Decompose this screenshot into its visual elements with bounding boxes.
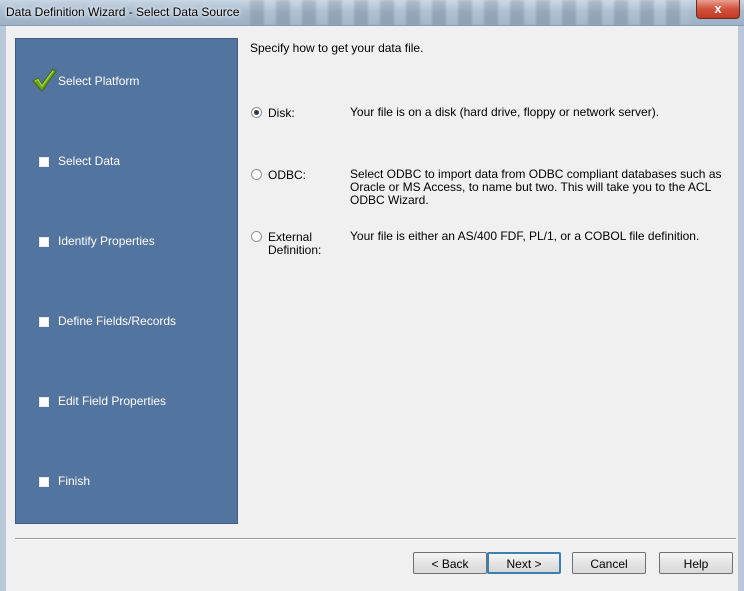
close-button[interactable]: x bbox=[696, 0, 740, 19]
background-blur bbox=[250, 0, 690, 25]
step-select-data: Select Data bbox=[16, 154, 239, 174]
odbc-radio[interactable] bbox=[251, 169, 262, 180]
step-checkbox bbox=[39, 477, 49, 487]
step-finish: Finish bbox=[16, 474, 239, 494]
step-label: Edit Field Properties bbox=[58, 394, 167, 408]
odbc-description: Select ODBC to import data from ODBC com… bbox=[350, 167, 722, 207]
step-define-fields: Define Fields/Records bbox=[16, 314, 239, 334]
help-button[interactable]: Help bbox=[659, 552, 733, 574]
footer-separator bbox=[15, 538, 736, 540]
disk-description: Your file is on a disk (hard drive, flop… bbox=[350, 105, 660, 119]
step-label: Select Data bbox=[58, 154, 121, 168]
disk-label[interactable]: Disk: bbox=[268, 107, 295, 120]
title-bar: Data Definition Wizard - Select Data Sou… bbox=[0, 0, 744, 26]
step-edit-field-properties: Edit Field Properties bbox=[16, 394, 239, 414]
step-checkbox bbox=[39, 317, 49, 327]
step-label: Identify Properties bbox=[58, 234, 155, 248]
step-select-platform: Select Platform bbox=[16, 68, 239, 94]
external-definition-label[interactable]: External Definition: bbox=[268, 231, 321, 257]
odbc-label[interactable]: ODBC: bbox=[268, 169, 306, 182]
step-checkbox bbox=[39, 237, 49, 247]
step-label: Define Fields/Records bbox=[58, 314, 177, 328]
step-label: Select Platform bbox=[58, 74, 140, 88]
external-definition-description: Your file is either an AS/400 FDF, PL/1,… bbox=[350, 229, 700, 243]
cancel-button[interactable]: Cancel bbox=[572, 552, 646, 574]
external-definition-radio[interactable] bbox=[251, 231, 262, 242]
wizard-steps-panel: Select Platform Select Data Identify Pro… bbox=[15, 38, 238, 524]
close-icon: x bbox=[714, 1, 722, 16]
step-checkbox bbox=[39, 157, 49, 167]
window-frame-right bbox=[738, 26, 744, 591]
step-label: Finish bbox=[58, 474, 91, 488]
disk-radio[interactable] bbox=[251, 107, 262, 118]
step-identify-properties: Identify Properties bbox=[16, 234, 239, 254]
window-title: Data Definition Wizard - Select Data Sou… bbox=[6, 5, 240, 19]
checkmark-icon bbox=[32, 68, 57, 92]
back-button[interactable]: < Back bbox=[413, 552, 487, 574]
step-checkbox bbox=[39, 397, 49, 407]
instruction-text: Specify how to get your data file. bbox=[250, 41, 424, 55]
dialog-body: Select Platform Select Data Identify Pro… bbox=[6, 26, 738, 591]
external-label-line2: Definition: bbox=[268, 243, 322, 257]
next-button[interactable]: Next > bbox=[487, 552, 561, 574]
